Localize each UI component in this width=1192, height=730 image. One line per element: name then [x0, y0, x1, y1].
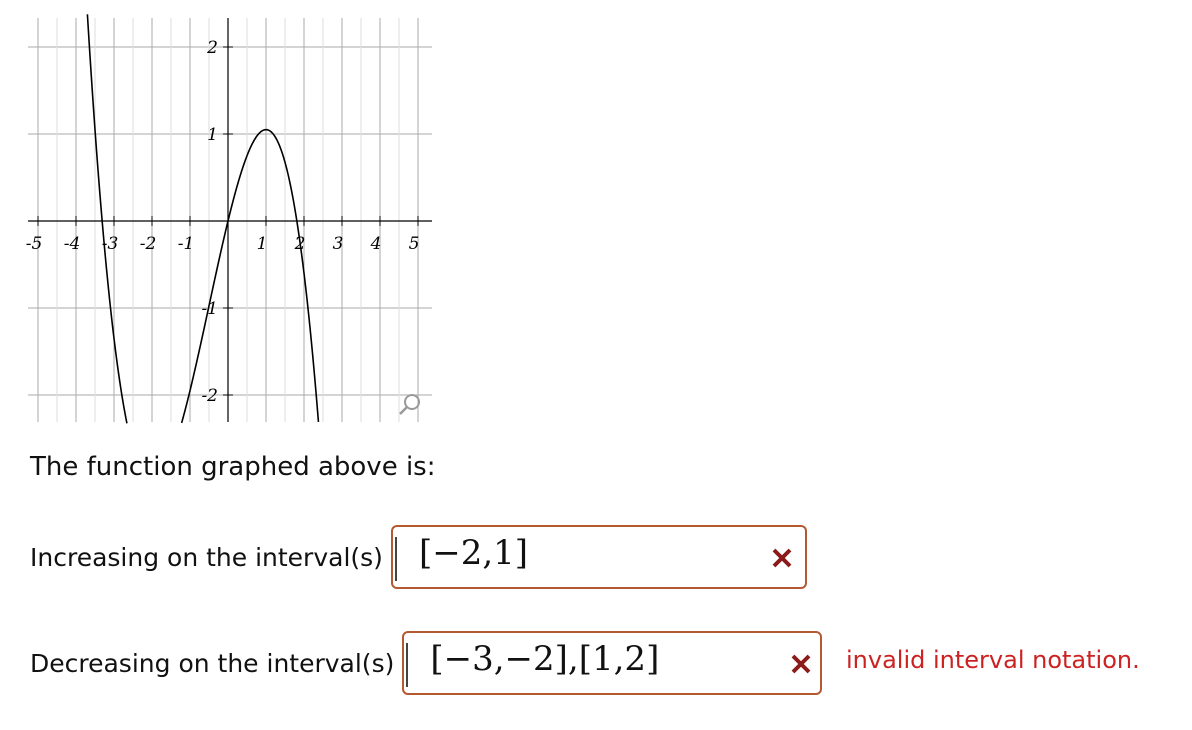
- x-tick-label: -4: [64, 234, 81, 254]
- increasing-answer-value: [−2,1]: [418, 533, 529, 573]
- increasing-row: Increasing on the interval(s) [−2,1]: [30, 524, 807, 590]
- field-left-edge: [394, 537, 397, 581]
- function-curve: [86, 14, 320, 424]
- grid-lines: [28, 18, 432, 422]
- x-tick-label: -5: [26, 234, 43, 254]
- x-tick-label: 1: [257, 234, 268, 254]
- x-icon: [791, 654, 811, 674]
- question-prompt: The function graphed above is:: [30, 452, 436, 482]
- decreasing-row: Decreasing on the interval(s) [−3,−2],[1…: [30, 630, 823, 696]
- field-left-edge: [406, 643, 409, 687]
- increasing-label: Increasing on the interval(s): [30, 542, 383, 572]
- y-tick-label: 1: [207, 125, 218, 145]
- feedback-message: invalid interval notation.: [846, 646, 1140, 674]
- x-icon: [772, 548, 792, 568]
- y-tick-label: 2: [206, 38, 218, 58]
- y-tick-labels: 21-1-2: [201, 38, 218, 406]
- decreasing-answer-field[interactable]: [−3,−2],[1,2]: [402, 631, 823, 695]
- increasing-answer-field[interactable]: [−2,1]: [390, 525, 807, 589]
- x-tick-label: -1: [178, 234, 195, 254]
- x-tick-label: -2: [140, 234, 157, 254]
- decreasing-label: Decreasing on the interval(s): [30, 648, 395, 678]
- axes: [28, 18, 432, 422]
- decreasing-answer-value: [−3,−2],[1,2]: [430, 639, 660, 679]
- magnifier-icon[interactable]: [399, 394, 420, 415]
- y-tick-label: -2: [201, 386, 218, 406]
- x-tick-label: 5: [409, 234, 420, 254]
- function-graph: -5 -4 -3 -2 -1 1 2 3 4 5 21-1-2: [26, 14, 432, 424]
- x-tick-label: 3: [333, 234, 344, 254]
- x-tick-label: 4: [370, 234, 382, 254]
